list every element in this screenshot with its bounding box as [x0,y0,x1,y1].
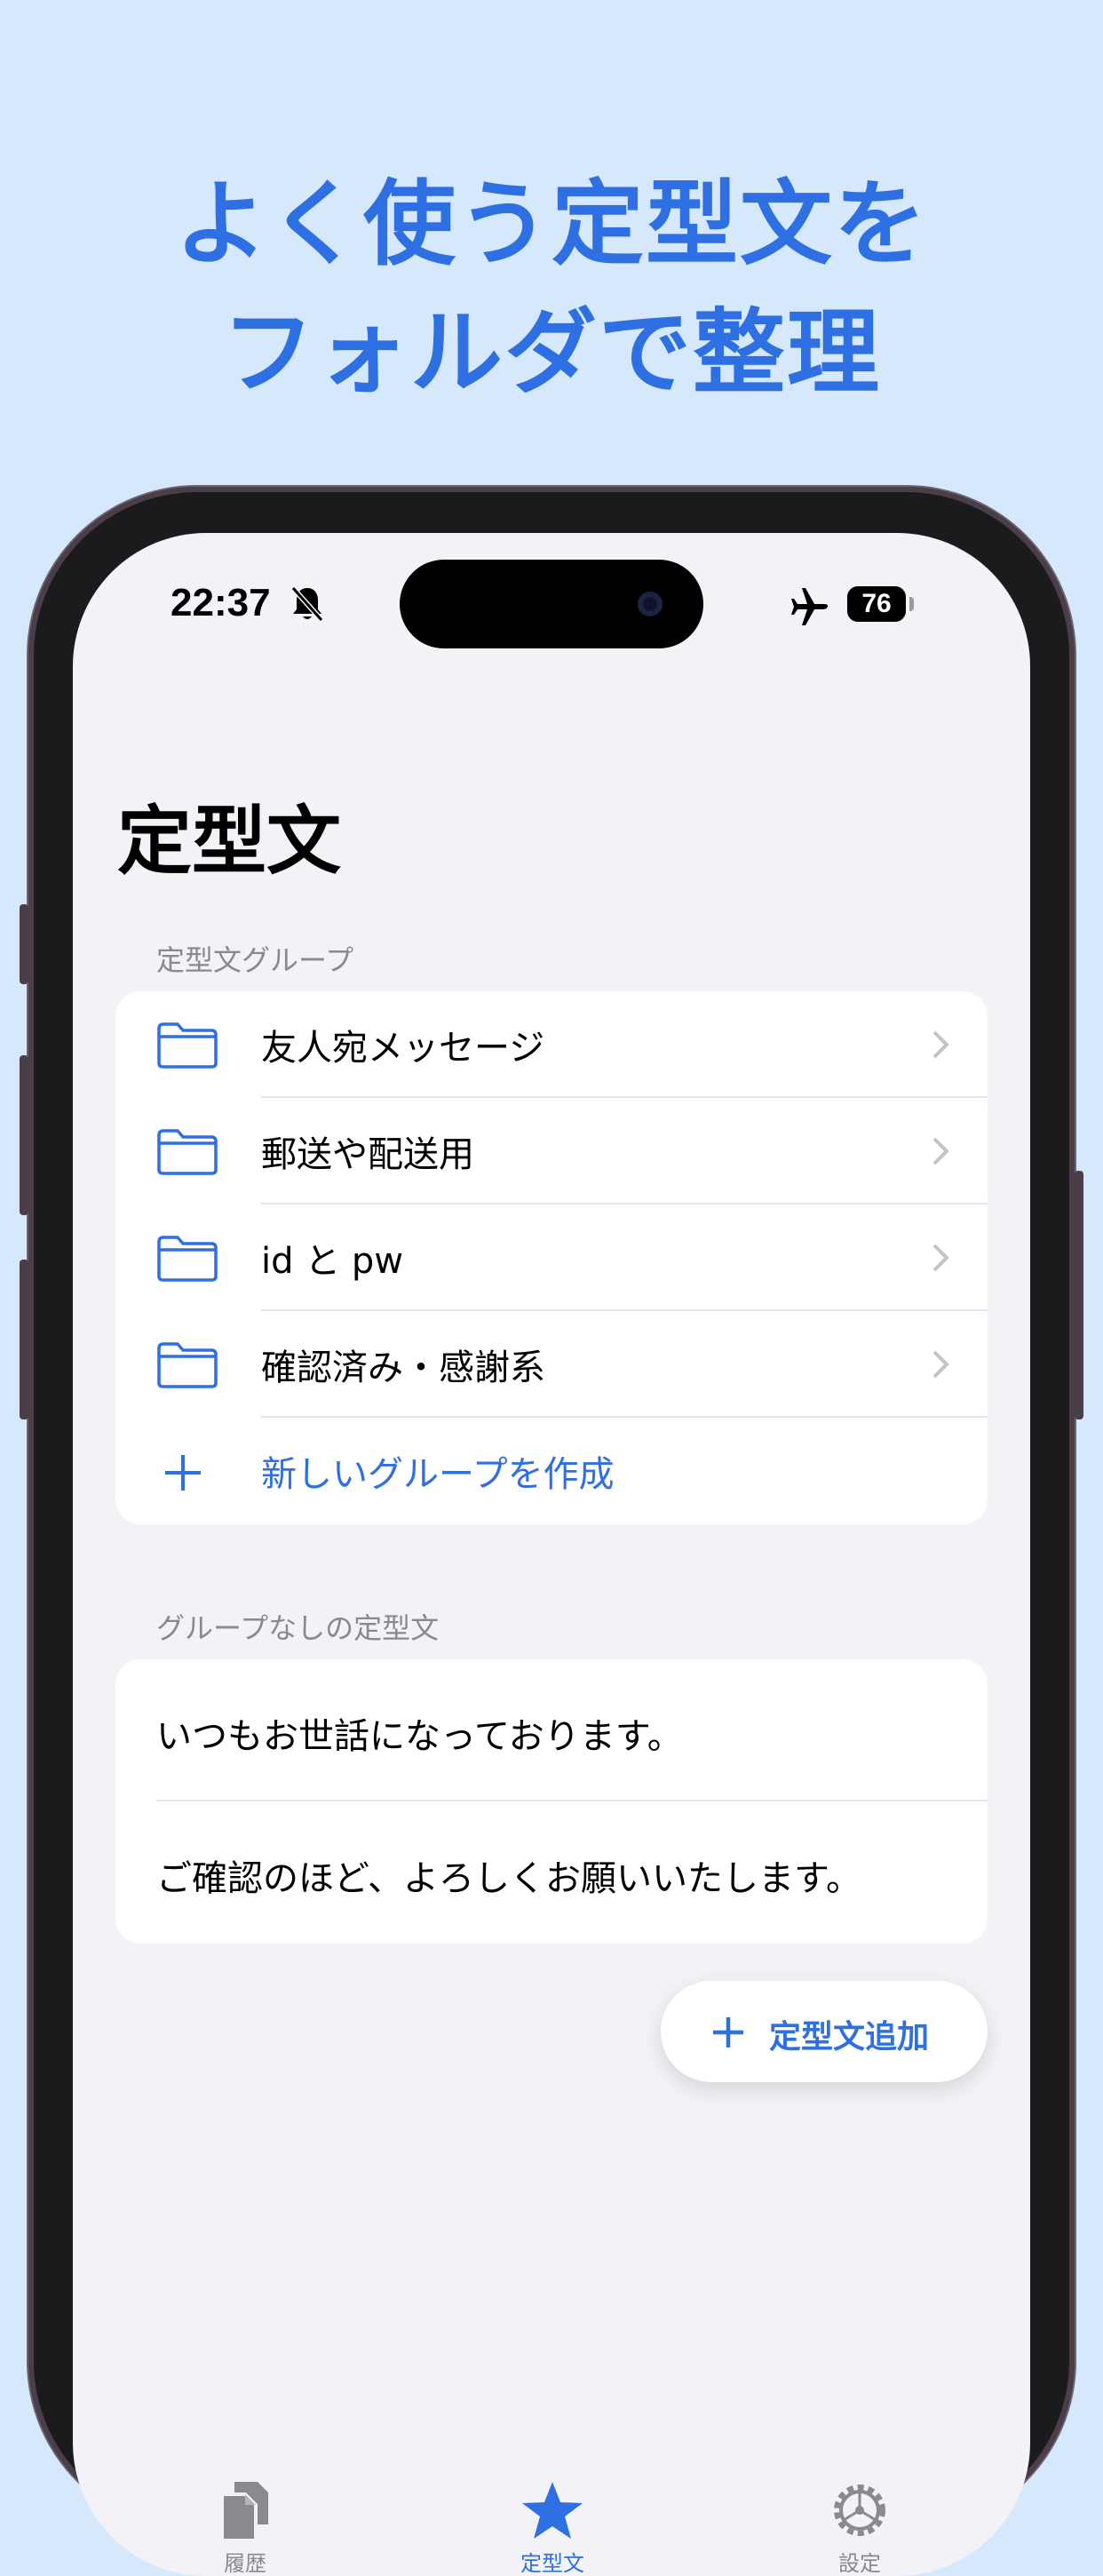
chevron-right-icon [932,1350,949,1379]
group-label: 確認済み・感謝系 [261,1348,545,1388]
camera-icon [638,592,663,616]
group-row[interactable]: 確認済み・感謝系 [115,1311,988,1418]
tab-history-label: 履歴 [224,2551,266,2576]
tab-settings[interactable]: 設定 [771,2478,948,2576]
phrase-row[interactable]: いつもお世話になっております。 [115,1659,988,1801]
add-phrase-label: 定型文追加 [769,2019,930,2055]
chevron-right-icon [932,1137,949,1165]
add-phrase-button[interactable]: 定型文追加 [661,1981,988,2082]
tab-bar: 履歴 定型文 設定 [73,2478,1030,2576]
star-icon [522,2482,583,2539]
plus-icon [165,1455,201,1491]
battery-indicator: 76 [847,586,906,622]
app-screen: 22:37 76 定型文 定型文グループ 友人宛メッセージ 郵送や配送用 id … [73,533,1030,2576]
power-button [1075,1171,1083,1419]
ungrouped-list: いつもお世話になっております。 ご確認のほど、よろしくお願いいたします。 [115,1659,988,1944]
phrase-label: いつもお世話になっております。 [156,1716,683,1757]
action-button [20,904,28,984]
chevron-right-icon [932,1030,949,1059]
tab-phrases[interactable]: 定型文 [464,2478,641,2576]
folder-icon [157,1236,218,1282]
group-label: 友人宛メッセージ [261,1028,545,1069]
phrase-label: ご確認のほど、よろしくお願いいたします。 [156,1858,861,1899]
folder-icon [157,1129,218,1175]
tab-history[interactable]: 履歴 [156,2478,334,2576]
tab-phrases-label: 定型文 [520,2551,584,2576]
folder-icon [157,1022,218,1069]
group-row[interactable]: id と pw [115,1205,988,1311]
group-label: 郵送や配送用 [261,1134,474,1175]
airplane-mode-icon [791,588,828,625]
volume-up-button [20,1055,28,1215]
battery-tip [909,597,914,611]
promo-headline-line1: よく使う定型文を [174,170,928,278]
document-copy-icon [220,2482,268,2542]
dynamic-island [400,560,703,648]
phrase-row[interactable]: ご確認のほど、よろしくお願いいたします。 [115,1801,988,1944]
promo-headline-line2: フォルダで整理 [221,298,881,407]
status-time: 22:37 [171,581,271,624]
groups-list: 友人宛メッセージ 郵送や配送用 id と pw 確認済み・感謝系 新しいグループ… [115,991,988,1524]
promo-headline: よく使う定型文を フォルダで整理 [0,160,1103,417]
tab-settings-label: 設定 [838,2551,881,2576]
chevron-right-icon [932,1244,949,1272]
bell-slash-icon [290,586,324,622]
gear-icon [834,2485,885,2536]
page-title: 定型文 [117,798,342,885]
volume-down-button [20,1260,28,1419]
create-group-button[interactable]: 新しいグループを作成 [115,1418,988,1524]
groups-section-header: 定型文グループ [156,943,354,977]
group-row[interactable]: 郵送や配送用 [115,1098,988,1205]
plus-icon [713,2017,743,2047]
phone-frame: 22:37 76 定型文 定型文グループ 友人宛メッセージ 郵送や配送用 id … [20,487,1083,2576]
ungrouped-section-header: グループなしの定型文 [156,1611,440,1645]
group-label: id と pw [261,1241,404,1282]
group-row[interactable]: 友人宛メッセージ [115,991,988,1098]
folder-icon [157,1342,218,1388]
create-group-label: 新しいグループを作成 [261,1454,615,1495]
